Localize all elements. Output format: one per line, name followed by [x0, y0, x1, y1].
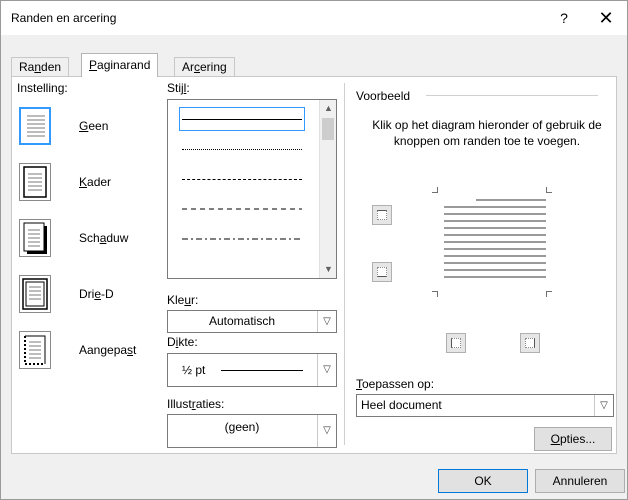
- setting-custom[interactable]: Aangepast: [19, 331, 149, 373]
- setting-none-label: Geen: [79, 119, 109, 133]
- line-style-dash-dot[interactable]: [180, 228, 304, 250]
- setting-none[interactable]: Geen: [19, 107, 149, 149]
- apply-to-select[interactable]: Heel document ▽: [356, 394, 614, 417]
- chevron-down-icon[interactable]: ▽: [594, 395, 613, 416]
- corner-mark: [432, 187, 438, 193]
- column-divider: [344, 83, 345, 445]
- left-border-icon: [451, 338, 461, 348]
- close-button[interactable]: ✕: [589, 5, 623, 31]
- art-label: Illustraties:: [167, 397, 225, 411]
- 3d-border-icon: [19, 275, 51, 313]
- corner-mark: [432, 291, 438, 297]
- help-button[interactable]: ?: [547, 5, 581, 31]
- setting-label: Instelling:: [17, 81, 68, 95]
- preview-label: Voorbeeld: [356, 89, 411, 103]
- setting-shadow-label: Schaduw: [79, 231, 129, 245]
- line-style-dashed-small[interactable]: [180, 168, 304, 190]
- width-value: ½ pt: [168, 354, 316, 386]
- preview-diagram[interactable]: [432, 187, 552, 297]
- line-style-dotted[interactable]: [180, 138, 304, 160]
- no-border-icon: [19, 107, 51, 145]
- setting-3d[interactable]: Drie-D: [19, 275, 149, 317]
- preview-text-line: [444, 248, 546, 250]
- custom-border-icon: [19, 331, 51, 369]
- tab-borders[interactable]: Randen: [11, 57, 70, 76]
- setting-custom-label: Aangepast: [79, 343, 137, 357]
- preview-text-line: [444, 220, 546, 222]
- borders-and-shading-dialog: Randen en arcering ? ✕ Randen Paginarand…: [0, 0, 628, 500]
- style-list-scrollbar[interactable]: ▲ ▼: [319, 100, 336, 278]
- window-title: Randen en arcering: [11, 11, 117, 25]
- ok-button[interactable]: OK: [438, 469, 528, 493]
- scroll-thumb[interactable]: [322, 118, 334, 140]
- line-style-list[interactable]: ▲ ▼: [167, 99, 337, 279]
- box-border-icon: [19, 163, 51, 201]
- preview-text-line: [476, 199, 546, 201]
- preview-text-line: [444, 213, 546, 215]
- width-label: Dikte:: [167, 335, 198, 349]
- art-value: (geen): [224, 420, 260, 434]
- shadow-border-icon: [19, 219, 51, 257]
- bottom-border-icon: [377, 267, 387, 277]
- setting-box-label: Kader: [79, 175, 112, 189]
- width-select[interactable]: ½ pt ▽: [167, 353, 337, 387]
- preview-text-line: [444, 234, 546, 236]
- setting-3d-label: Drie-D: [79, 287, 114, 301]
- scroll-down-icon[interactable]: ▼: [320, 261, 336, 278]
- preview-text-line: [444, 276, 546, 278]
- right-border-button[interactable]: [520, 333, 540, 353]
- preview-text-line: [444, 206, 546, 208]
- tab-page: Instelling: Geen Kader Schaduw Drie-D Aa…: [11, 76, 617, 454]
- line-style-dashed-large[interactable]: [180, 198, 304, 220]
- chevron-down-icon[interactable]: ▽: [317, 415, 336, 447]
- tab-shading[interactable]: Arcering: [174, 57, 235, 76]
- preview-text-line: [444, 262, 546, 264]
- preview-text-line: [444, 269, 546, 271]
- color-label: Kleur:: [167, 293, 199, 307]
- preview-text-line: [444, 255, 546, 257]
- chevron-down-icon[interactable]: ▽: [317, 311, 336, 332]
- preview-text-line: [444, 227, 546, 229]
- options-button[interactable]: Opties...: [534, 427, 612, 451]
- cancel-button[interactable]: Annuleren: [535, 469, 625, 493]
- top-border-button[interactable]: [372, 205, 392, 225]
- corner-mark: [546, 291, 552, 297]
- chevron-down-icon[interactable]: ▽: [317, 354, 336, 386]
- top-border-icon: [377, 210, 387, 220]
- apply-label: Toepassen op:: [356, 377, 435, 391]
- setting-shadow[interactable]: Schaduw: [19, 219, 149, 261]
- preview-hint: Klik op het diagram hieronder of gebruik…: [372, 118, 602, 148]
- color-select[interactable]: Automatisch ▽: [167, 310, 337, 333]
- title-bar: Randen en arcering ? ✕: [1, 1, 627, 35]
- scroll-up-icon[interactable]: ▲: [320, 100, 336, 117]
- color-value: Automatisch: [208, 314, 276, 328]
- apply-to-value: Heel document: [361, 398, 442, 412]
- right-border-icon: [525, 338, 535, 348]
- preview-rule: [426, 95, 598, 96]
- left-border-button[interactable]: [446, 333, 466, 353]
- bottom-border-button[interactable]: [372, 262, 392, 282]
- line-style-solid[interactable]: [179, 107, 305, 131]
- tab-page-border[interactable]: Paginarand: [81, 53, 159, 77]
- style-label: Stijl:: [167, 81, 190, 95]
- preview-text-line: [444, 241, 546, 243]
- setting-box[interactable]: Kader: [19, 163, 149, 205]
- art-select[interactable]: (geen) ▽: [167, 414, 337, 448]
- corner-mark: [546, 187, 552, 193]
